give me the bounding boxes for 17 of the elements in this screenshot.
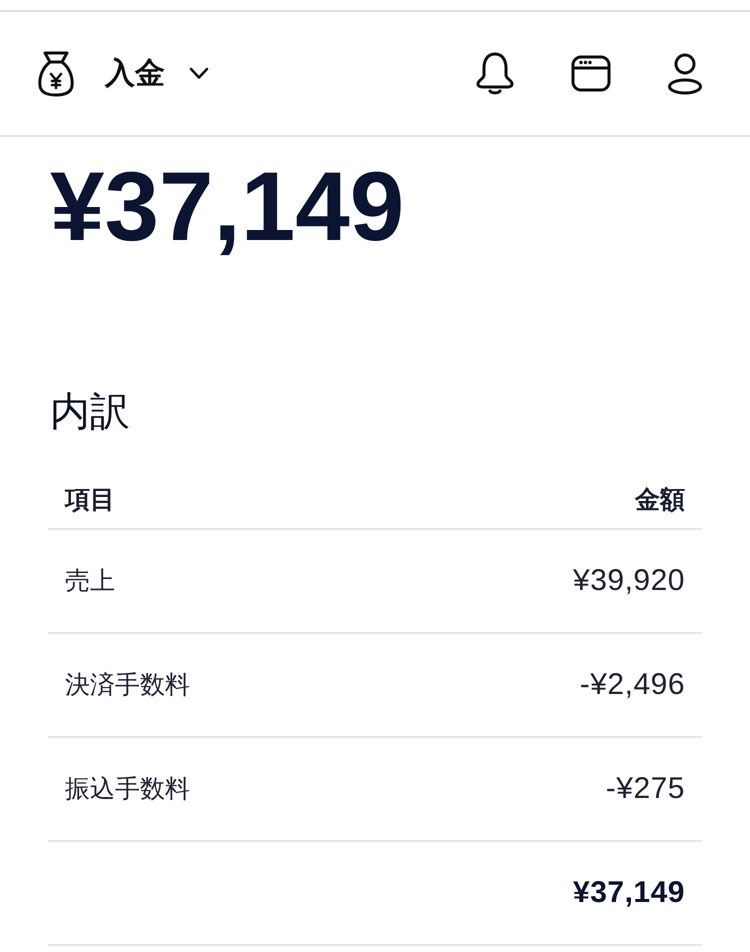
item-label: 決済手数料 [65,670,190,700]
amount-value: -¥275 [606,771,685,807]
column-header: 金額 [635,485,685,515]
balance-amount: ¥37,149 [50,157,404,255]
chevron-down-icon [189,67,209,80]
bell-icon[interactable] [475,52,515,95]
money-bag-icon [37,50,75,97]
item-label: 振込手数料 [65,774,190,804]
column-header: 項目 [65,485,115,515]
title-dropdown[interactable]: 入金 [37,50,209,97]
user-icon[interactable] [667,52,703,94]
item-label: 売上 [65,566,115,596]
browser-window-icon[interactable] [571,55,611,92]
amount-value: ¥39,920 [573,563,685,599]
section-title: 内訳 [50,389,130,436]
total-amount: ¥37,149 [573,875,685,911]
amount-value: -¥2,496 [580,667,685,703]
